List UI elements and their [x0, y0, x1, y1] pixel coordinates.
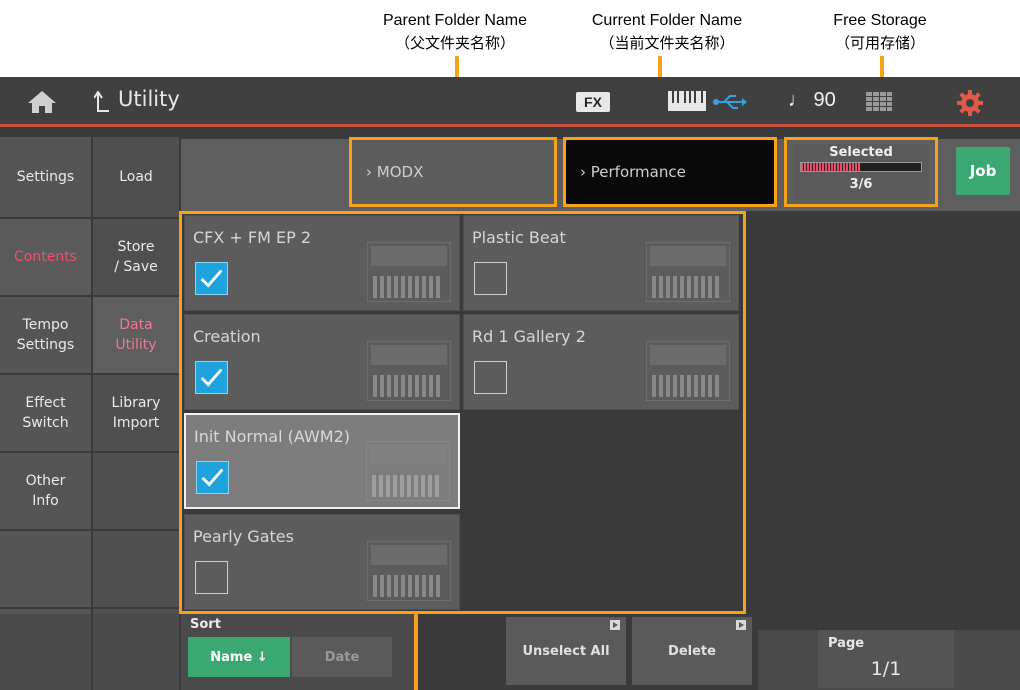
- tab-empty-1: [0, 531, 91, 607]
- delete-button[interactable]: Delete: [632, 617, 752, 685]
- tempo-display[interactable]: ♩ 90: [788, 89, 836, 112]
- back-arrow-icon[interactable]: [94, 91, 110, 113]
- keyboard-icon: [668, 91, 706, 111]
- current-folder-label: Current Folder Name: [591, 12, 743, 29]
- grid-icon[interactable]: [866, 92, 892, 112]
- file-list-leader-line: [414, 612, 418, 690]
- sort-date-button[interactable]: Date: [292, 637, 392, 677]
- storage-highlight: [784, 137, 938, 207]
- subtab-empty-2: [93, 531, 179, 607]
- bottom-empty-cell: [0, 614, 91, 690]
- subtab-data-utility[interactable]: Data Utility: [93, 297, 179, 373]
- unselect-all-label: Unselect All: [522, 643, 610, 659]
- current-highlight: [563, 137, 777, 207]
- subtab-load[interactable]: Load: [93, 137, 179, 217]
- parent-folder-sublabel: （父文件夹名称）: [394, 34, 515, 52]
- free-storage-sublabel: （可用存储）: [834, 34, 925, 52]
- usb-icon: [713, 95, 747, 109]
- fx-badge: FX: [576, 92, 610, 112]
- parent-folder-label: Parent Folder Name: [382, 12, 528, 29]
- home-icon[interactable]: [22, 89, 62, 115]
- tab-settings[interactable]: Settings: [0, 137, 91, 217]
- tab-contents[interactable]: Contents: [0, 219, 91, 295]
- subtab-store-save[interactable]: Store / Save: [93, 219, 179, 295]
- gear-icon[interactable]: [956, 89, 984, 117]
- parent-folder-callout: Parent Folder Name （父文件夹名称）: [350, 10, 560, 54]
- top-bar: Utility FX ♩ 90: [0, 77, 1020, 127]
- subtab-library-import[interactable]: Library Import: [93, 375, 179, 451]
- tab-tempo-settings[interactable]: Tempo Settings: [0, 297, 91, 373]
- unselect-all-button[interactable]: Unselect All: [506, 617, 626, 685]
- free-storage-callout: Free Storage （可用存储）: [795, 10, 965, 54]
- expand-arrow-icon: [610, 620, 620, 630]
- parent-highlight: [349, 137, 557, 207]
- page-value: 1/1: [870, 658, 902, 680]
- job-button[interactable]: Job: [956, 147, 1010, 195]
- delete-label: Delete: [668, 643, 716, 659]
- tab-effect-switch[interactable]: Effect Switch: [0, 375, 91, 451]
- sort-name-button[interactable]: Name ↓: [188, 637, 290, 677]
- bottom-empty-cell: [93, 614, 179, 690]
- current-folder-sublabel: （当前文件夹名称）: [599, 34, 735, 52]
- device-screen: Utility FX ♩ 90 Settings Contents Tempo …: [0, 77, 1020, 690]
- current-folder-callout: Current Folder Name （当前文件夹名称）: [562, 10, 772, 54]
- tab-other-info[interactable]: Other Info: [0, 453, 91, 529]
- free-storage-label: Free Storage: [833, 12, 927, 29]
- expand-arrow-icon: [736, 620, 746, 630]
- file-list-highlight: [179, 211, 746, 614]
- subtab-empty-1: [93, 453, 179, 529]
- page-indicator: Page 1/1: [818, 630, 954, 688]
- sort-label: Sort: [190, 617, 221, 632]
- page-title: Utility: [118, 87, 180, 111]
- page-label: Page: [828, 636, 865, 651]
